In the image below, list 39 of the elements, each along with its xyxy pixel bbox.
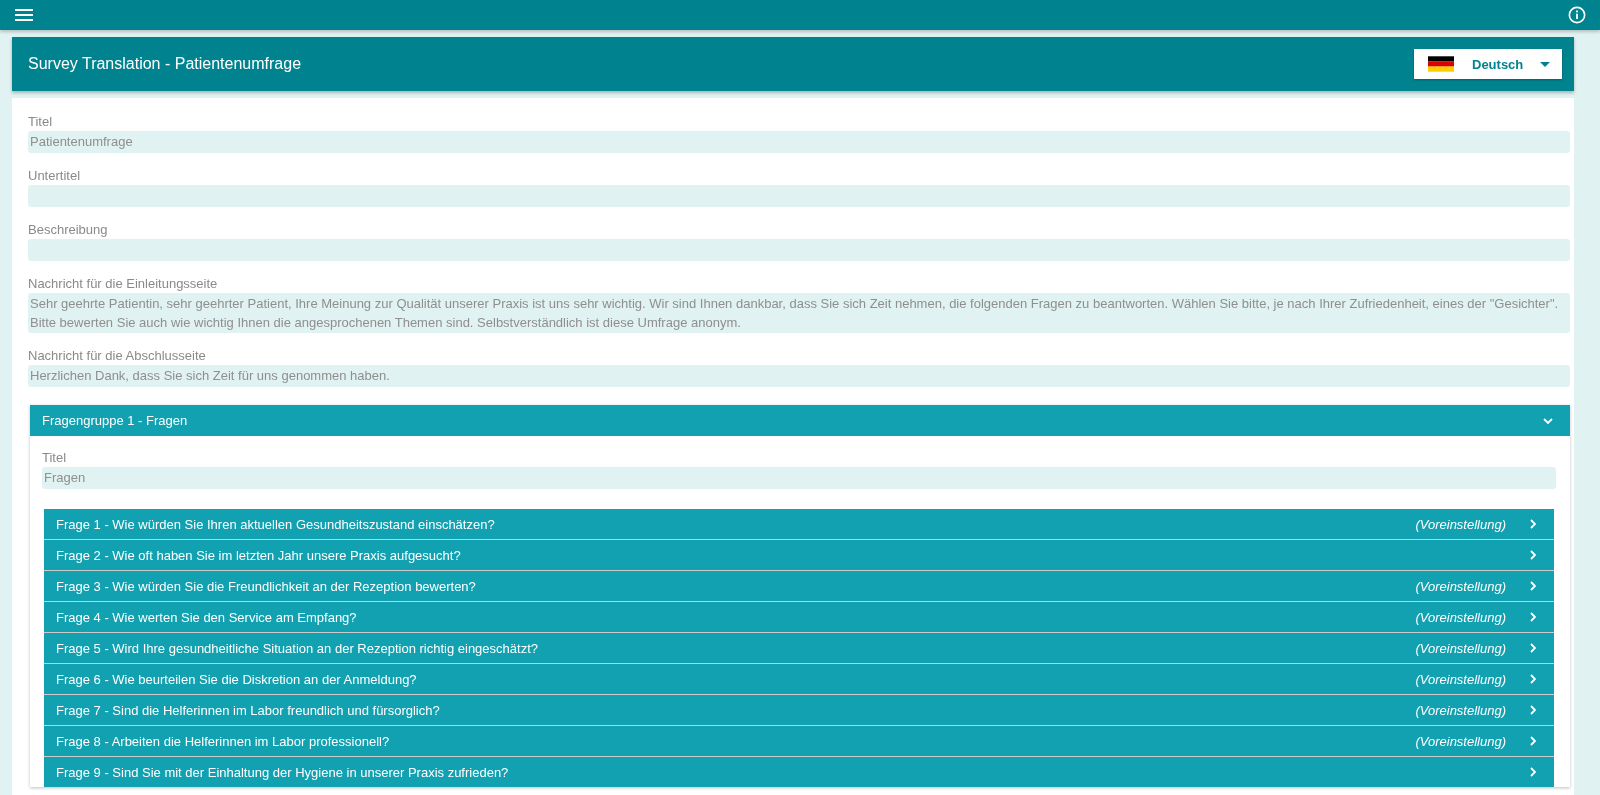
question-row[interactable]: Frage 9 - Sind Sie mit der Einhaltung der Hygiene in unserer Praxis zufrieden? bbox=[44, 757, 1554, 787]
field-label: Nachricht für die Einleitungsseite bbox=[28, 276, 219, 292]
input-field[interactable] bbox=[28, 239, 1570, 261]
field-label: Beschreibung bbox=[28, 222, 109, 238]
caret-icon bbox=[1540, 61, 1550, 67]
chevron-icon bbox=[1530, 736, 1536, 746]
chevron-icon bbox=[1530, 581, 1536, 591]
flag-icon bbox=[1428, 56, 1454, 72]
page-title: Survey Translation - Patientenumfrage bbox=[28, 55, 302, 73]
question-row[interactable]: Frage 7 - Sind die Helferinnen im Labor freundlich und fürsorglich? (Voreinstellung) bbox=[44, 695, 1554, 725]
info-icon[interactable] bbox=[1568, 6, 1586, 24]
chevron-icon bbox=[1530, 612, 1536, 622]
field-label: Untertitel bbox=[28, 168, 82, 184]
chevron-icon bbox=[1543, 417, 1553, 424]
question-row[interactable]: Frage 5 - Wird Ihre gesundheitliche Situation an der Rezeption richtig eingeschätzt? (Voreinstellung) bbox=[44, 633, 1554, 663]
question-row[interactable]: Frage 6 - Wie beurteilen Sie die Diskretion an der Anmeldung? (Voreinstellung) bbox=[44, 664, 1554, 694]
field-label: Titel bbox=[42, 450, 68, 466]
chevron-icon bbox=[1530, 550, 1536, 560]
input-field[interactable] bbox=[28, 185, 1570, 207]
input-field[interactable]: Herzlichen Dank, dass Sie sich Zeit für uns genommen haben. bbox=[28, 365, 1570, 387]
question-row[interactable]: Frage 2 - Wie oft haben Sie im letzten Jahr unsere Praxis aufgesucht? bbox=[44, 540, 1554, 570]
question-row[interactable]: Frage 1 - Wie würden Sie Ihren aktuellen Gesundheitszustand einschätzen? (Voreinstellung) bbox=[44, 509, 1554, 539]
language-dropdown[interactable]: Deutsch bbox=[1414, 49, 1562, 79]
chevron-icon bbox=[1530, 643, 1536, 653]
chevron-icon bbox=[1530, 705, 1536, 715]
input-field[interactable]: Fragen bbox=[42, 467, 1556, 489]
question-row[interactable]: Frage 4 - Wie werten Sie den Service am Empfang? (Voreinstellung) bbox=[44, 602, 1554, 632]
group-title: Fragengruppe 1 - Fragen bbox=[42, 413, 188, 428]
group-header[interactable]: Fragengruppe 1 - Fragen bbox=[30, 405, 1570, 436]
chevron-icon bbox=[1530, 519, 1536, 529]
input-field[interactable]: Patientenumfrage bbox=[28, 131, 1570, 153]
chevron-icon bbox=[1530, 674, 1536, 684]
input-field[interactable]: Sehr geehrte Patientin, sehr geehrter Patient, Ihre Meinung zur Qualität unserer Praxis ist uns sehr wichtig. Wir sind Ihnen dankbar, dass Sie sich Zeit nehmen, die folgenden Fragen zu beantworten. Wählen Sie bitte, je nach Ihrer Zufriedenheit, eines der "Gesichter". Bitte bewerten Sie auch wie wichtig Ihnen die angesprochenen Themen sind. Selbstverständlich ist diese Umfrage anonym. bbox=[28, 293, 1570, 333]
question-row[interactable]: Frage 8 - Arbeiten die Helferinnen im Labor professionell? (Voreinstellung) bbox=[44, 726, 1554, 756]
question-row[interactable]: Frage 3 - Wie würden Sie die Freundlichkeit an der Rezeption bewerten? (Voreinstellung) bbox=[44, 571, 1554, 601]
field-label: Nachricht für die Abschlusseite bbox=[28, 348, 207, 364]
menu-icon[interactable] bbox=[15, 9, 33, 21]
chevron-icon bbox=[1530, 767, 1536, 777]
field-label: Titel bbox=[28, 114, 54, 130]
